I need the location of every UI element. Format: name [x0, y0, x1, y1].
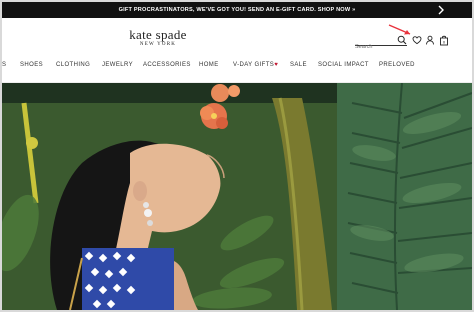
chevron-left-icon[interactable] [6, 3, 20, 17]
annotation-arrow [388, 24, 411, 35]
promo-text[interactable]: GIFT PROCRASTINATORS, WE'VE GOT YOU! SEN… [119, 7, 356, 13]
nav-item-accessories[interactable]: ACCESSORIES [143, 62, 191, 68]
main-nav: S SHOES CLOTHING JEWELRY ACCESSORIES HOM… [2, 58, 472, 72]
brand-logo[interactable]: kate spade NEW YORK [120, 28, 196, 47]
search-input[interactable] [355, 42, 395, 52]
nav-item-vday-gifts[interactable]: V-DAY GIFTS♥ [233, 62, 278, 68]
user-icon[interactable] [424, 34, 436, 46]
nav-item-vday-label: V-DAY GIFTS [233, 62, 275, 68]
nav-item-partial[interactable]: S [2, 62, 6, 68]
heart-filled-icon: ♥ [274, 62, 279, 68]
promo-banner[interactable]: GIFT PROCRASTINATORS, WE'VE GOT YOU! SEN… [2, 2, 472, 18]
nav-item-shoes[interactable]: SHOES [20, 62, 43, 68]
nav-item-jewelry[interactable]: JEWELRY [102, 62, 133, 68]
brand-name: kate spade [129, 27, 187, 42]
brand-subtitle: NEW YORK [139, 42, 177, 47]
chevron-right-icon[interactable] [434, 3, 448, 17]
svg-text:0: 0 [443, 39, 446, 44]
shopping-bag-icon[interactable]: 0 [438, 34, 450, 46]
browser-viewport: GIFT PROCRASTINATORS, WE'VE GOT YOU! SEN… [2, 2, 472, 310]
nav-item-social-impact[interactable]: SOCIAL IMPACT [318, 62, 369, 68]
hero-image[interactable] [2, 83, 472, 310]
nav-item-preloved[interactable]: PRELOVED [379, 62, 415, 68]
nav-item-clothing[interactable]: CLOTHING [56, 62, 90, 68]
nav-item-home[interactable]: HOME [199, 62, 219, 68]
nav-item-sale[interactable]: SALE [290, 62, 307, 68]
